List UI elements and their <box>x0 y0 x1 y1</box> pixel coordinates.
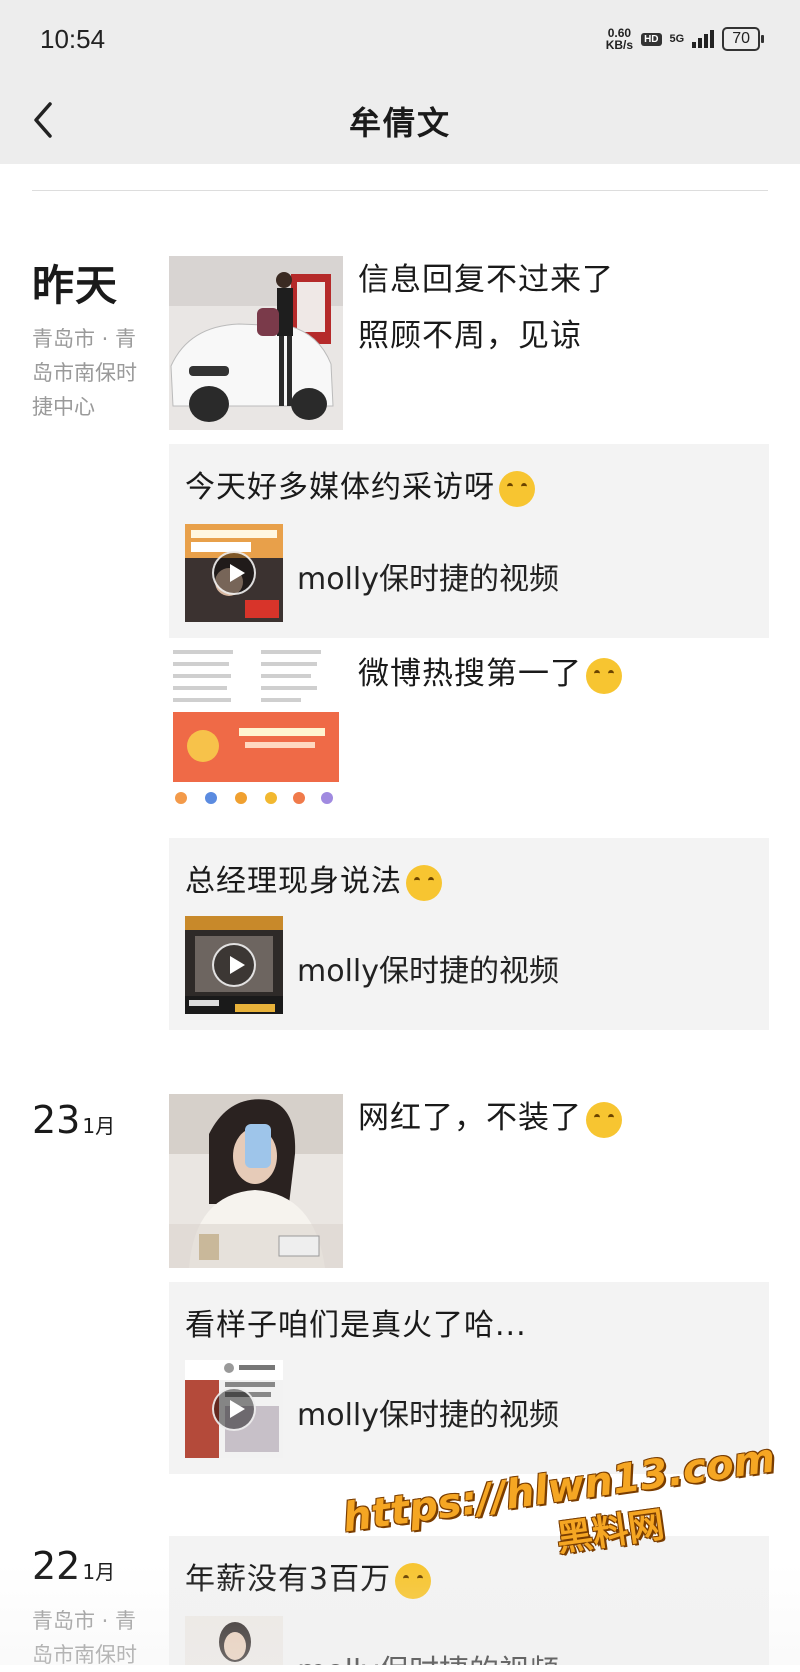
top-divider <box>32 190 768 191</box>
date-label-yesterday: 昨天 <box>32 261 119 310</box>
post-text: 微博热搜第一了 <box>358 646 622 702</box>
signal-icon <box>692 30 715 48</box>
status-icons: 0.60 KB/s HD 5G 70 <box>606 24 764 54</box>
share-source-label: molly保时捷的视频 <box>297 954 560 989</box>
location-label: 青岛市 · 青岛市南保时捷中心 <box>32 327 137 419</box>
post-photo-screenshot[interactable] <box>173 648 339 818</box>
share-caption-text: 今天好多媒体约采访呀 <box>185 470 495 505</box>
date-month: 1月 <box>82 1114 116 1138</box>
share-source-label: molly保时捷的视频 <box>297 1398 560 1433</box>
location-label: 青岛市 · 青岛市南保时 <box>32 1609 137 1667</box>
share-caption: 总经理现身说法 <box>185 856 442 901</box>
play-icon <box>212 551 256 595</box>
smiling-face-emoji-icon <box>499 470 535 507</box>
date-month: 1月 <box>82 1560 116 1584</box>
share-source-label: molly保时捷的视频 <box>297 1646 559 1665</box>
car-photo-image <box>169 256 343 430</box>
nav-bar: 牟倩文 <box>0 80 800 164</box>
net-speed-unit: KB/s <box>605 38 634 52</box>
shared-video-card[interactable]: 总经理现身说法 molly保时捷的视频 <box>169 838 769 1030</box>
video-thumbnail <box>185 524 283 622</box>
date-day: 22 <box>32 1544 81 1588</box>
play-icon <box>212 1387 256 1431</box>
post-text: 网红了，不装了 <box>358 1090 622 1146</box>
date-label: 23 1月 <box>32 1098 115 1142</box>
face-with-hand-over-mouth-emoji-icon <box>406 864 442 901</box>
post-text-line: 微博热搜第一了 <box>358 656 582 692</box>
selfie-photo-image <box>169 1094 343 1268</box>
shared-video-card[interactable]: 看样子咱们是真火了哈... molly保时捷的视频 <box>169 1282 769 1474</box>
video-thumbnail-image <box>185 1616 283 1665</box>
video-thumbnail <box>185 1616 283 1665</box>
share-caption-text: 总经理现身说法 <box>185 864 402 899</box>
post-photo-selfie[interactable] <box>169 1094 343 1268</box>
date-label: 22 1月 <box>32 1544 115 1588</box>
video-thumbnail <box>185 916 283 1014</box>
date-day: 23 <box>32 1098 81 1142</box>
net-speed: 0.60 KB/s <box>606 27 633 51</box>
post-text: 信息回复不过来了 照顾不周，见谅 <box>358 252 614 364</box>
hugging-face-emoji-icon <box>586 1101 622 1138</box>
share-caption: 看样子咱们是真火了哈... <box>185 1308 527 1343</box>
hd-icon: HD <box>641 32 662 46</box>
shushing-face-emoji-icon <box>586 657 622 694</box>
network-type: 5G <box>669 33 685 45</box>
share-caption: 今天好多媒体约采访呀 <box>185 462 535 507</box>
play-icon <box>212 943 256 987</box>
share-source-label: molly保时捷的视频 <box>297 562 560 597</box>
battery-icon: 70 <box>722 27 764 51</box>
post-text-line: 信息回复不过来了 <box>358 262 614 298</box>
video-thumbnail <box>185 1360 283 1458</box>
weibo-screenshot-image <box>173 648 339 818</box>
status-time: 10:54 <box>40 24 106 54</box>
post-text-line: 照顾不周，见谅 <box>358 318 582 354</box>
status-bar: 10:54 0.60 KB/s HD 5G 70 <box>0 0 800 80</box>
post-text-line: 网红了，不装了 <box>358 1100 582 1136</box>
post-photo-car[interactable] <box>169 256 343 430</box>
shared-video-card[interactable]: 今天好多媒体约采访呀 molly保时捷的视频 <box>169 444 769 638</box>
page-title: 牟倩文 <box>348 104 451 142</box>
